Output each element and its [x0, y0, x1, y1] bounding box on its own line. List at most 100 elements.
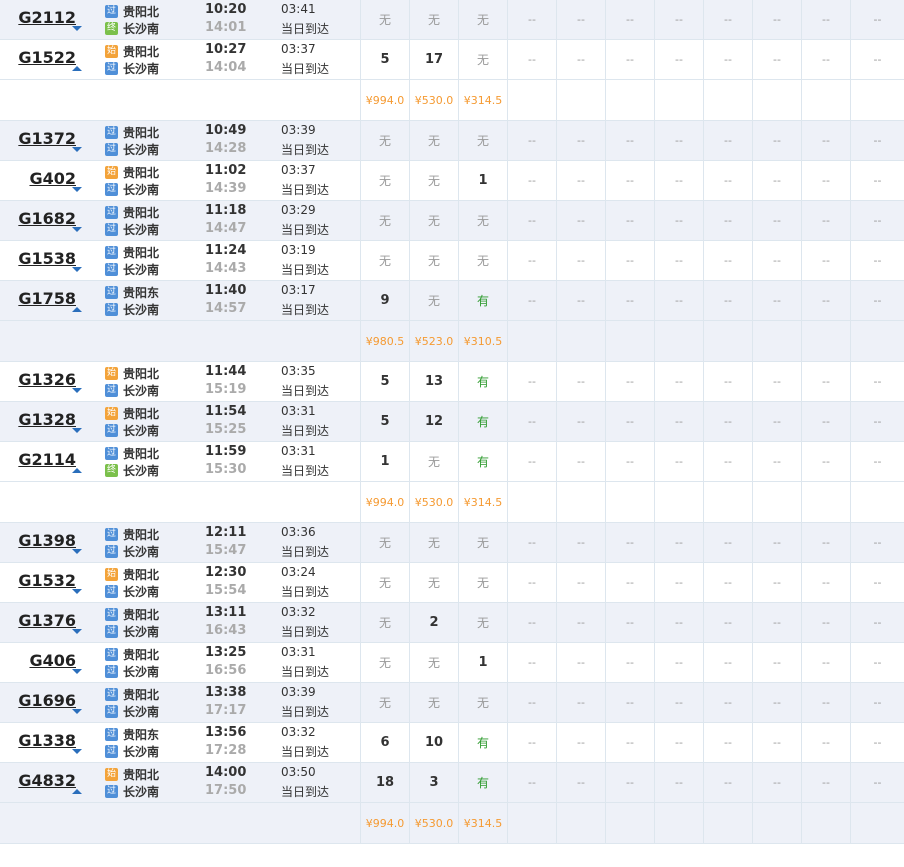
duration: 03:37 [281, 163, 316, 177]
collapse-up-icon[interactable] [72, 307, 82, 312]
expand-down-icon[interactable] [72, 589, 82, 594]
seat-cell: -- [752, 563, 801, 602]
seat-cell: -- [850, 442, 904, 481]
seat-unavailable: -- [675, 53, 683, 66]
seat-cell: -- [605, 161, 654, 200]
train-row[interactable]: G2114 过终贵阳北 长沙南 11:59 15:30 03:31 当日到达 1 无 有 -- -- -… [0, 442, 904, 482]
seat-unavailable: -- [822, 536, 830, 549]
train-row[interactable]: G1682 过过贵阳北 长沙南 11:18 14:47 03:29 当日到达 无 无 无 -- -- -… [0, 201, 904, 241]
seat-unavailable: -- [773, 53, 781, 66]
station-type-icon: 过 [105, 206, 118, 219]
seat-availability: 有 [476, 375, 489, 389]
arrival-time: 15:54 [205, 583, 247, 598]
seat-cell: 无 [360, 643, 409, 682]
train-number-link[interactable]: G402 [6, 169, 76, 188]
train-row[interactable]: G1696 过过贵阳北 长沙南 13:38 17:17 03:39 当日到达 无 无 无 -- -- -… [0, 683, 904, 723]
seat-unavailable: -- [724, 455, 732, 468]
expand-down-icon[interactable] [72, 629, 82, 634]
train-number-link[interactable]: G1328 [6, 410, 76, 429]
seat-availability: 无 [378, 13, 391, 27]
train-row[interactable]: G1328 始过贵阳北 长沙南 11:54 15:25 03:31 当日到达 5 12 有 -- --… [0, 402, 904, 442]
seat-cell: -- [605, 523, 654, 562]
expand-down-icon[interactable] [72, 749, 82, 754]
train-number-link[interactable]: G1376 [6, 611, 76, 630]
seat-cell: -- [556, 723, 605, 762]
train-number-link[interactable]: G1522 [6, 48, 76, 67]
expand-down-icon[interactable] [72, 669, 82, 674]
seat-price: ¥314.5 [463, 817, 503, 830]
price-cell: ¥314.5 [458, 803, 507, 843]
expand-down-icon[interactable] [72, 388, 82, 393]
station-type-icon: 过 [105, 246, 118, 259]
seat-availability: 无 [378, 616, 391, 630]
train-number-link[interactable]: G2112 [6, 8, 76, 27]
train-number-link[interactable]: G1532 [6, 571, 76, 590]
seat-unavailable: -- [528, 13, 536, 26]
seat-unavailable: -- [675, 576, 683, 589]
train-number-link[interactable]: G2114 [6, 450, 76, 469]
expand-down-icon[interactable] [72, 428, 82, 433]
train-row[interactable]: G1376 过过贵阳北 长沙南 13:11 16:43 03:32 当日到达 无 2 无 -- -- -… [0, 603, 904, 643]
seat-availability: 1 [380, 454, 390, 469]
duration: 03:31 [281, 645, 316, 659]
expand-down-icon[interactable] [72, 147, 82, 152]
from-station: 贵阳北 [123, 447, 160, 461]
seat-unavailable: -- [577, 214, 585, 227]
station-type-icon: 过 [105, 143, 118, 156]
station-type-icon: 过 [105, 585, 118, 598]
seat-cell: -- [801, 442, 850, 481]
expand-down-icon[interactable] [72, 267, 82, 272]
price-cell: ¥314.5 [458, 482, 507, 522]
train-number-link[interactable]: G1326 [6, 370, 76, 389]
train-number-link[interactable]: G1538 [6, 249, 76, 268]
seat-cell: 无 [458, 0, 507, 39]
price-cell [801, 482, 850, 522]
train-number-link[interactable]: G4832 [6, 771, 76, 790]
seat-unavailable: -- [528, 294, 536, 307]
expand-down-icon[interactable] [72, 187, 82, 192]
train-row[interactable]: G4832 始过贵阳北 长沙南 14:00 17:50 03:50 当日到达 18 3 有 -- --… [0, 763, 904, 803]
price-cell [654, 803, 703, 843]
train-row[interactable]: G1758 过过贵阳东 长沙南 11:40 14:57 03:17 当日到达 9 无 有 -- -- -… [0, 281, 904, 321]
collapse-up-icon[interactable] [72, 468, 82, 473]
collapse-up-icon[interactable] [72, 789, 82, 794]
train-row[interactable]: G406 过过贵阳北 长沙南 13:25 16:56 03:31 当日到达 无 无 1 -- -- --… [0, 643, 904, 683]
train-number-link[interactable]: G1398 [6, 531, 76, 550]
station-type-icon: 始 [105, 407, 118, 420]
train-number-link[interactable]: G406 [6, 651, 76, 670]
train-row[interactable]: G1538 过过贵阳北 长沙南 11:24 14:43 03:19 当日到达 无 无 无 -- -- -… [0, 241, 904, 281]
seat-cell: -- [850, 241, 904, 280]
train-row[interactable]: G1338 过过贵阳东 长沙南 13:56 17:28 03:32 当日到达 6 10 有 -- --… [0, 723, 904, 763]
expand-down-icon[interactable] [72, 709, 82, 714]
train-row[interactable]: G2112 过终贵阳北 长沙南 10:20 14:01 03:41 当日到达 无 无 无 -- -- -… [0, 0, 904, 40]
expand-down-icon[interactable] [72, 549, 82, 554]
train-number-link[interactable]: G1682 [6, 209, 76, 228]
seat-cell: -- [703, 603, 752, 642]
seat-cell: -- [703, 201, 752, 240]
train-row[interactable]: G1532 始过贵阳北 长沙南 12:30 15:54 03:24 当日到达 无 无 无 -- -- -… [0, 563, 904, 603]
seat-cell: -- [801, 281, 850, 320]
train-number-link[interactable]: G1338 [6, 731, 76, 750]
seat-availability: 18 [375, 775, 395, 790]
price-cell: ¥530.0 [409, 80, 458, 120]
train-number-link[interactable]: G1372 [6, 129, 76, 148]
seat-cell: 有 [458, 362, 507, 401]
seat-cell: -- [850, 603, 904, 642]
train-row[interactable]: G1326 始过贵阳北 长沙南 11:44 15:19 03:35 当日到达 5 13 有 -- --… [0, 362, 904, 402]
train-row[interactable]: G1398 过过贵阳北 长沙南 12:11 15:47 03:36 当日到达 无 无 无 -- -- -… [0, 523, 904, 563]
seat-cell: -- [605, 763, 654, 802]
expand-down-icon[interactable] [72, 26, 82, 31]
train-number-link[interactable]: G1696 [6, 691, 76, 710]
seat-cell: -- [850, 402, 904, 441]
train-row[interactable]: G1522 始过贵阳北 长沙南 10:27 14:04 03:37 当日到达 5 17 无 -- --… [0, 40, 904, 80]
seat-cell: -- [703, 523, 752, 562]
train-row[interactable]: G1372 过过贵阳北 长沙南 10:49 14:28 03:39 当日到达 无 无 无 -- -- -… [0, 121, 904, 161]
seat-unavailable: -- [873, 455, 882, 468]
departure-time: 10:49 [205, 123, 247, 138]
train-number-link[interactable]: G1758 [6, 289, 76, 308]
expand-down-icon[interactable] [72, 227, 82, 232]
train-row[interactable]: G402 始过贵阳北 长沙南 11:02 14:39 03:37 当日到达 无 无 1 -- -- --… [0, 161, 904, 201]
seat-unavailable: -- [577, 576, 585, 589]
station-type-icon: 过 [105, 688, 118, 701]
collapse-up-icon[interactable] [72, 66, 82, 71]
